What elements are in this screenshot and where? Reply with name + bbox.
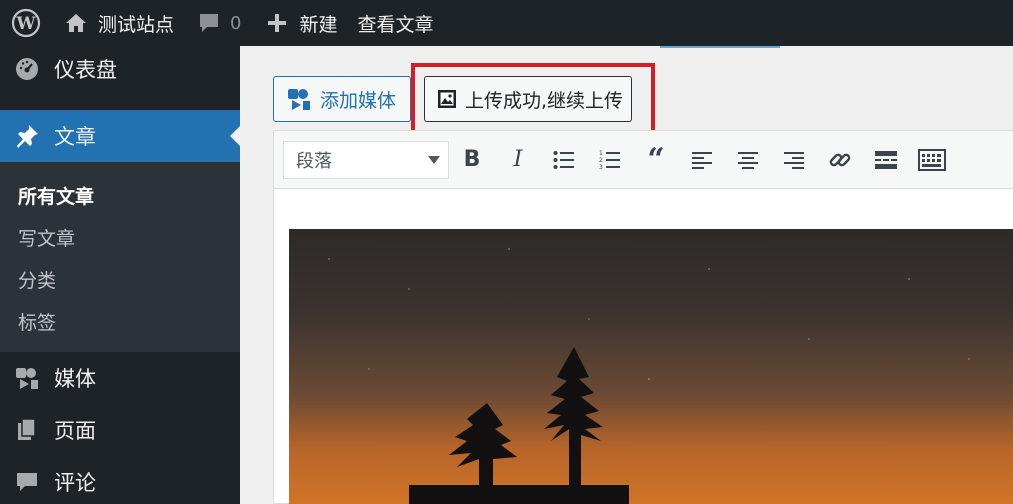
site-name-link[interactable]: 测试站点 <box>52 0 186 46</box>
bullet-list-button[interactable] <box>541 141 587 179</box>
add-media-button[interactable]: 添加媒体 <box>273 76 411 122</box>
submenu-item-tags[interactable]: 标签 <box>0 300 240 342</box>
bold-icon: B <box>463 147 481 172</box>
link-icon <box>829 153 851 166</box>
align-left-icon <box>692 151 712 169</box>
editor-toolbar: 段落 B I 1 2 3 “ <box>274 131 1013 189</box>
menu-item-media[interactable]: 媒体 <box>0 352 240 404</box>
align-right-icon <box>784 151 804 169</box>
format-select-value: 段落 <box>296 150 332 172</box>
highlight-box <box>411 63 655 135</box>
link-button[interactable] <box>817 141 863 179</box>
bold-button[interactable]: B <box>449 141 495 179</box>
italic-icon: I <box>513 147 523 172</box>
read-more-icon <box>875 150 897 169</box>
menu-label-comments: 评论 <box>54 471 96 495</box>
toolbar-toggle-icon <box>918 148 946 171</box>
comment-count: 0 <box>230 12 242 34</box>
content-area: 添加媒体 上传成功,继续上传 段落 B I 1 2 3 “ <box>240 46 1013 504</box>
pages-icon <box>14 417 40 443</box>
top-scroll-stub <box>660 46 780 48</box>
blockquote-icon: “ <box>647 141 665 177</box>
admin-bar: W 测试站点 0 新建 查看文章 <box>0 0 1013 46</box>
format-select[interactable]: 段落 <box>283 140 449 179</box>
add-media-icon <box>288 89 310 110</box>
new-label: 新建 <box>299 13 338 36</box>
align-center-icon <box>738 151 758 169</box>
post-editor: 段落 B I 1 2 3 “ <box>273 130 1013 504</box>
media-icon <box>14 365 40 391</box>
comments-link[interactable]: 0 <box>186 0 253 46</box>
svg-text:1: 1 <box>599 150 603 157</box>
toolbar-toggle-button[interactable] <box>909 141 955 179</box>
menu-item-dashboard[interactable]: 仪表盘 <box>0 46 240 92</box>
svg-text:2: 2 <box>599 157 603 164</box>
menu-item-posts[interactable]: 文章 <box>0 110 240 162</box>
admin-sidebar: 仪表盘 文章 所有文章 写文章 分类 标签 媒体 页面 评论 <box>0 46 240 504</box>
menu-label-pages: 页面 <box>54 419 96 443</box>
align-center-button[interactable] <box>725 141 771 179</box>
menu-label-media: 媒体 <box>54 367 96 391</box>
blockquote-button[interactable]: “ <box>633 141 679 179</box>
site-name: 测试站点 <box>98 13 175 36</box>
view-post-link[interactable]: 查看文章 <box>347 0 443 46</box>
add-media-label: 添加媒体 <box>320 89 397 112</box>
align-left-button[interactable] <box>679 141 725 179</box>
wordpress-logo-button[interactable]: W <box>0 0 52 46</box>
inserted-image[interactable] <box>289 229 1013 504</box>
menu-label-dashboard: 仪表盘 <box>54 58 117 82</box>
submenu-item-new-post[interactable]: 写文章 <box>0 216 240 258</box>
comment-bubble-icon <box>200 14 219 32</box>
plus-icon <box>268 14 287 32</box>
menu-item-pages[interactable]: 页面 <box>0 404 240 456</box>
view-post-label: 查看文章 <box>357 13 434 36</box>
menu-item-comments[interactable]: 评论 <box>0 456 240 504</box>
new-content-link[interactable]: 新建 <box>253 0 347 46</box>
numbered-list-icon: 1 2 3 <box>599 150 620 171</box>
numbered-list-button[interactable]: 1 2 3 <box>587 141 633 179</box>
submenu-item-categories[interactable]: 分类 <box>0 258 240 300</box>
svg-text:W: W <box>15 14 36 34</box>
caret-down-icon <box>428 155 440 164</box>
wordpress-logo-icon: W <box>11 8 41 38</box>
dashboard-gauge-icon <box>14 56 40 82</box>
align-right-button[interactable] <box>771 141 817 179</box>
pushpin-icon <box>14 123 40 149</box>
svg-text:3: 3 <box>599 164 603 171</box>
comments-icon <box>14 469 40 495</box>
bullet-list-icon <box>553 150 574 169</box>
read-more-button[interactable] <box>863 141 909 179</box>
submenu-item-all-posts[interactable]: 所有文章 <box>0 174 240 216</box>
tree-silhouettes <box>409 347 629 504</box>
home-icon <box>66 14 86 32</box>
posts-submenu: 所有文章 写文章 分类 标签 <box>0 162 240 352</box>
italic-button[interactable]: I <box>495 141 541 179</box>
menu-label-posts: 文章 <box>54 125 96 149</box>
